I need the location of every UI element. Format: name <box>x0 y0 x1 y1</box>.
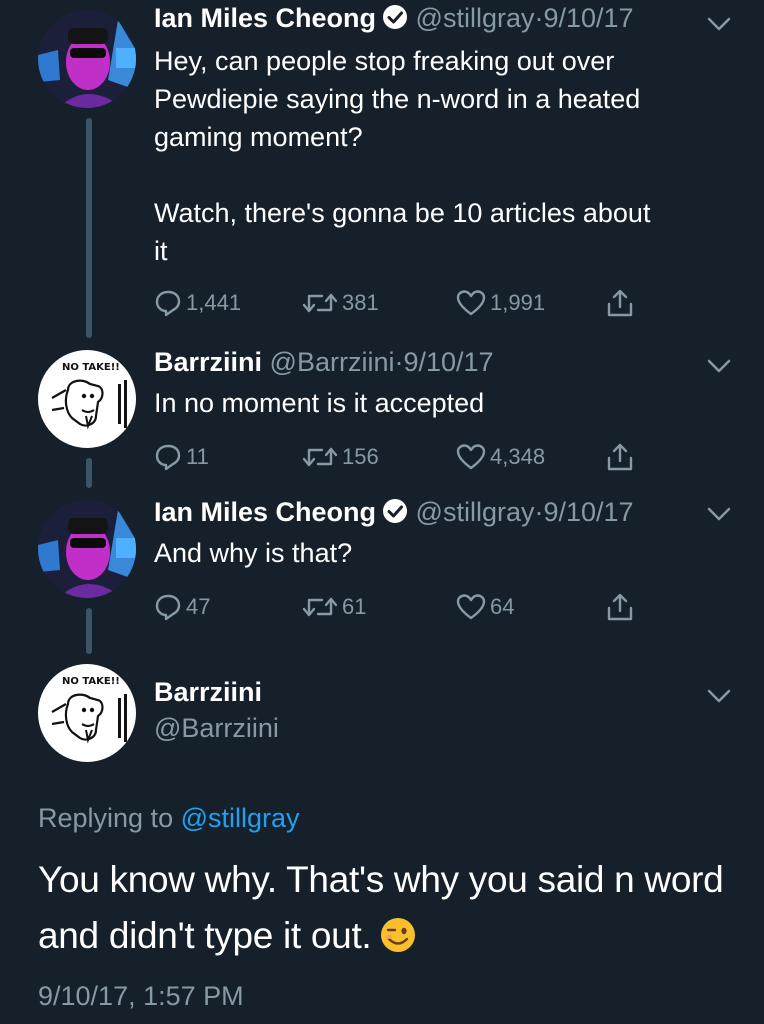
author-handle[interactable]: @Barrziini <box>270 347 395 377</box>
replying-to-label: Replying to <box>38 803 174 833</box>
reply-button[interactable]: 1,441 <box>154 286 241 320</box>
heart-icon <box>456 593 490 621</box>
share-button[interactable] <box>606 286 638 320</box>
author-name[interactable]: Ian Miles Cheong <box>154 497 376 527</box>
share-button[interactable] <box>606 590 638 624</box>
tweet-header: Ian Miles Cheong @stillgray·9/10/17 <box>154 496 634 531</box>
chevron-down-icon[interactable] <box>706 356 732 376</box>
reply-button[interactable]: 47 <box>154 590 210 624</box>
tweet-actions: 1,441 381 1,991 <box>154 286 654 320</box>
tweet-timestamp[interactable]: 9/10/17, 1:57 PM <box>38 980 244 1012</box>
reply-icon <box>154 593 186 621</box>
avatar-barrziini[interactable]: NO TAKE!! <box>38 664 136 762</box>
reply-button[interactable]: 11 <box>154 440 209 474</box>
tweet-header: Ian Miles Cheong @stillgray·9/10/17 <box>154 2 634 37</box>
avatar-photo <box>38 10 136 108</box>
tweet-actions: 47 61 64 <box>154 590 654 624</box>
tweet-actions: 11 156 4,348 <box>154 440 654 474</box>
avatar-barrziini[interactable]: NO TAKE!! <box>38 350 136 448</box>
reply-count: 1,441 <box>186 290 242 315</box>
chevron-down-icon[interactable] <box>706 504 732 524</box>
reply-count: 47 <box>186 594 211 619</box>
share-button[interactable] <box>606 440 638 474</box>
retweet-button[interactable]: 381 <box>302 286 379 320</box>
avatar-ian-miles-cheong[interactable] <box>38 10 136 108</box>
tweet-text: And why is that? <box>154 538 353 568</box>
avatar-ian-miles-cheong[interactable] <box>38 500 136 598</box>
chevron-down-icon[interactable] <box>706 686 732 706</box>
reply-icon <box>154 289 186 317</box>
tweet-date[interactable]: 9/10/17 <box>543 3 633 33</box>
replying-to-mention-link[interactable]: @stillgray <box>181 803 300 833</box>
avatar-label: NO TAKE!! <box>62 362 120 373</box>
thread-line <box>86 458 92 488</box>
tweet-header: Barrziini @Barrziini·9/10/17 <box>154 346 494 378</box>
tweet-text: In no moment is it accepted <box>154 388 485 418</box>
focused-tweet-text: You know why. That's why you said n word… <box>38 852 738 970</box>
tweet-date[interactable]: 9/10/17 <box>403 347 493 377</box>
winking-face-emoji-icon <box>379 914 417 970</box>
heart-icon <box>456 289 490 317</box>
thread-line <box>86 608 92 654</box>
verified-badge-icon <box>382 4 408 37</box>
retweet-button[interactable]: 156 <box>302 440 379 474</box>
chevron-down-icon[interactable] <box>706 14 732 34</box>
focused-author-handle[interactable]: @Barrziini <box>154 712 279 744</box>
retweet-icon <box>302 593 342 621</box>
share-icon <box>606 592 638 622</box>
retweet-count: 156 <box>342 444 379 469</box>
focused-author-name[interactable]: Barrziini <box>154 676 262 708</box>
like-button[interactable]: 4,348 <box>456 440 545 474</box>
avatar-label: NO TAKE!! <box>62 676 120 687</box>
like-button[interactable]: 1,991 <box>456 286 545 320</box>
replying-to-line: Replying to @stillgray <box>38 802 300 834</box>
tweet-text: Hey, can people stop freaking out over P… <box>154 46 651 266</box>
reply-count: 11 <box>186 444 209 469</box>
retweet-icon <box>302 289 342 317</box>
avatar-drawing: NO TAKE!! <box>38 664 136 762</box>
share-icon <box>606 442 638 472</box>
retweet-count: 61 <box>342 594 367 619</box>
tweet-date[interactable]: 9/10/17 <box>543 497 633 527</box>
like-button[interactable]: 64 <box>456 590 514 624</box>
avatar-photo <box>38 500 136 598</box>
author-name[interactable]: Barrziini <box>154 347 262 377</box>
author-name[interactable]: Ian Miles Cheong <box>154 3 376 33</box>
author-handle[interactable]: @stillgray <box>416 497 535 527</box>
thread-line <box>86 118 92 338</box>
verified-badge-icon <box>382 498 408 531</box>
retweet-button[interactable]: 61 <box>302 590 366 624</box>
author-handle[interactable]: @stillgray <box>416 3 535 33</box>
share-icon <box>606 288 638 318</box>
reply-icon <box>154 443 186 471</box>
heart-icon <box>456 443 490 471</box>
like-count: 4,348 <box>490 444 546 469</box>
like-count: 1,991 <box>490 290 546 315</box>
retweet-icon <box>302 443 342 471</box>
avatar-drawing: NO TAKE!! <box>38 350 136 448</box>
retweet-count: 381 <box>342 290 379 315</box>
like-count: 64 <box>490 594 515 619</box>
